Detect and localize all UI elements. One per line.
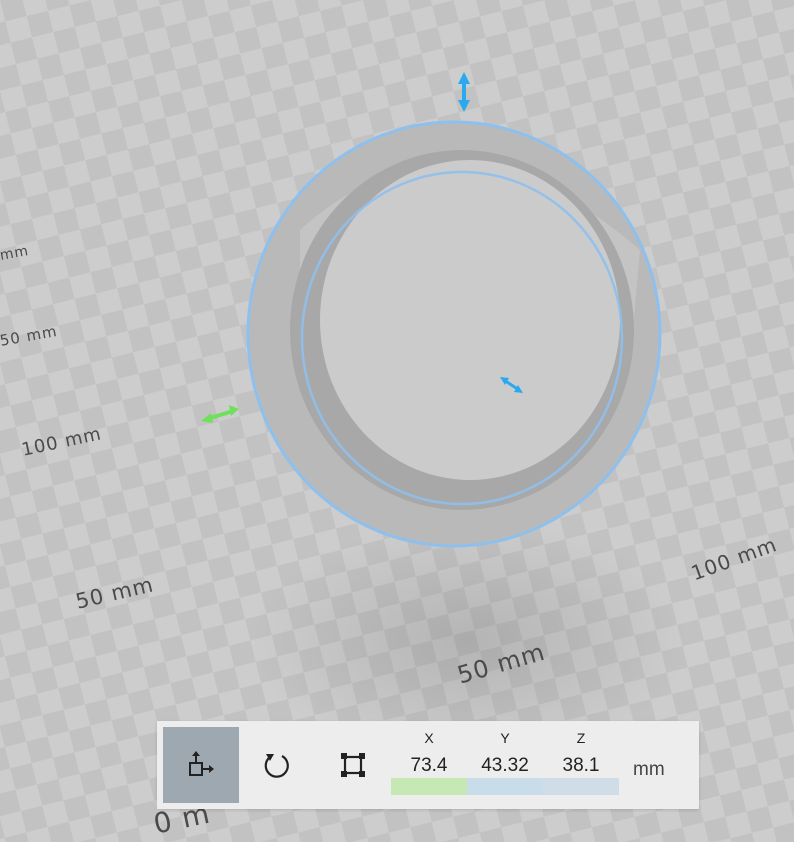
ring-model [246, 120, 662, 548]
z-coordinate: Z [543, 729, 619, 795]
unit-label: mm [633, 759, 665, 780]
x-coordinate: X [391, 729, 467, 795]
3d-viewport[interactable]: mm 50 mm 100 mm 50 mm 100 mm 50 mm 0 m [0, 0, 794, 842]
x-value-input[interactable] [391, 751, 467, 781]
y-label: Y [500, 730, 510, 746]
y-value-input[interactable] [467, 751, 543, 781]
scale-icon [341, 753, 365, 777]
scale-tool-button[interactable] [315, 727, 391, 803]
z-label: Z [576, 730, 586, 746]
z-indicator-bar [543, 778, 619, 795]
transform-toolbar: X Y Z mm [157, 721, 699, 809]
z-value-input[interactable] [543, 751, 619, 781]
rotate-tool-button[interactable] [239, 727, 315, 803]
move-icon [189, 751, 214, 776]
x-label: X [424, 730, 434, 746]
move-tool-button[interactable] [163, 727, 239, 803]
rotate-icon [264, 754, 289, 778]
y-coordinate: Y [467, 729, 543, 795]
x-indicator-bar [391, 778, 467, 795]
build-plate-grid [0, 0, 794, 842]
y-indicator-bar [467, 778, 543, 795]
